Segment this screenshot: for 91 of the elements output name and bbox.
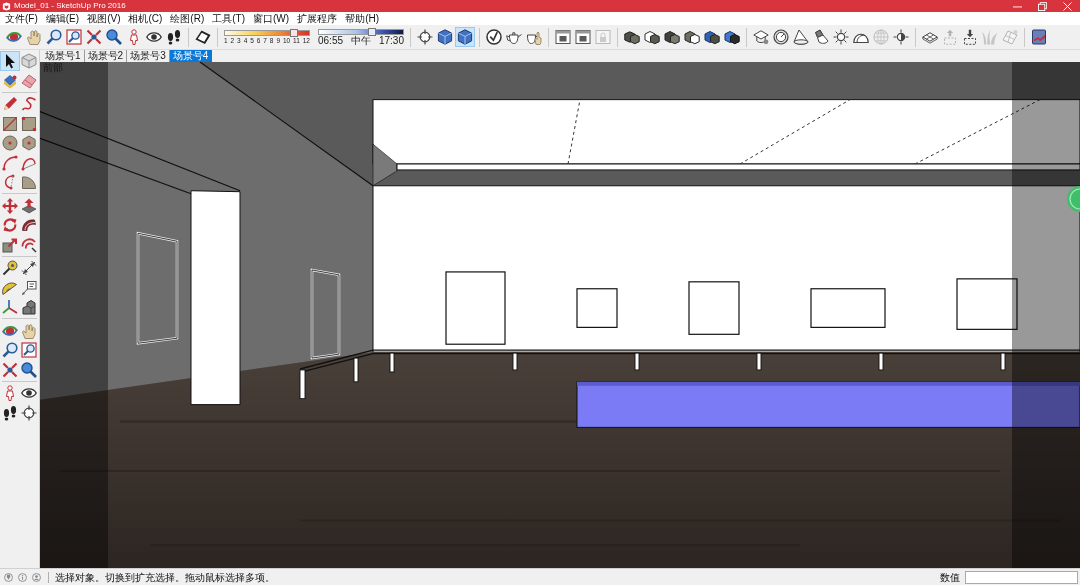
box-icon[interactable] bbox=[644, 29, 660, 45]
magnifier-icon[interactable] bbox=[106, 29, 122, 45]
footprints-icon[interactable] bbox=[2, 404, 18, 421]
tape-measure-icon[interactable] bbox=[2, 260, 18, 276]
hexagon-icon[interactable] bbox=[21, 135, 37, 151]
time-label: 17:30 bbox=[378, 35, 404, 46]
spotlight-icon[interactable] bbox=[813, 29, 829, 45]
book-icon[interactable] bbox=[1031, 29, 1047, 45]
paint-bucket-icon[interactable] bbox=[2, 72, 18, 89]
dimension-icon[interactable] bbox=[21, 260, 37, 276]
mesh-icon[interactable] bbox=[922, 29, 938, 45]
picture-frame bbox=[956, 278, 1018, 330]
slider-thumb[interactable] bbox=[368, 28, 377, 36]
slider-thumb[interactable] bbox=[290, 29, 299, 37]
time-slider[interactable] bbox=[318, 29, 404, 35]
pencil-icon[interactable] bbox=[2, 96, 18, 112]
eye-icon[interactable] bbox=[146, 29, 162, 45]
protractor-icon[interactable] bbox=[2, 279, 18, 296]
magnifier-icon[interactable] bbox=[46, 29, 62, 45]
zoom-extents-icon[interactable] bbox=[2, 361, 18, 378]
push-pull-icon[interactable] bbox=[21, 197, 37, 214]
menu-item[interactable]: 工具(T) bbox=[208, 12, 250, 25]
zoom-window-icon[interactable] bbox=[21, 342, 37, 358]
cube-icon[interactable] bbox=[455, 27, 475, 47]
teapot-icon[interactable] bbox=[506, 29, 522, 45]
arrow-down-icon[interactable] bbox=[962, 29, 978, 45]
eye-icon[interactable] bbox=[21, 385, 37, 401]
info-icon[interactable] bbox=[18, 572, 27, 582]
zoom-window-icon[interactable] bbox=[66, 29, 82, 45]
menu-item[interactable]: 窗口(W) bbox=[249, 12, 294, 25]
window-title: Model_01 - SketchUp Pro 2016 bbox=[14, 0, 126, 12]
menu-item[interactable]: 扩展程序 bbox=[293, 12, 342, 25]
time-label: 06:55 bbox=[318, 35, 344, 46]
sun-icon[interactable] bbox=[893, 29, 909, 45]
magnifier-icon[interactable] bbox=[2, 342, 18, 358]
window-icon[interactable] bbox=[575, 29, 591, 45]
measurements-label: 数值 bbox=[940, 570, 960, 585]
axes-icon[interactable] bbox=[2, 299, 18, 315]
block-shape-icon[interactable] bbox=[21, 299, 37, 315]
crosshair-icon[interactable] bbox=[21, 404, 37, 421]
menu-item[interactable]: 绘图(R) bbox=[166, 12, 209, 25]
squiggle-icon[interactable] bbox=[21, 96, 37, 112]
restore-icon[interactable] bbox=[1038, 1, 1047, 11]
magnifier-icon[interactable] bbox=[21, 361, 37, 378]
scale-icon[interactable] bbox=[2, 236, 18, 253]
measurements-field[interactable] bbox=[965, 570, 1078, 584]
curved-band-icon[interactable] bbox=[21, 217, 37, 233]
close-icon[interactable] bbox=[1063, 1, 1072, 11]
menu-item[interactable]: 相机(C) bbox=[124, 12, 167, 25]
text-label-icon[interactable] bbox=[21, 279, 37, 296]
boxes-icon[interactable] bbox=[624, 29, 640, 45]
date-slider[interactable] bbox=[224, 30, 310, 36]
zoom-extents-icon[interactable] bbox=[86, 29, 102, 45]
mortarboard-icon[interactable] bbox=[753, 29, 769, 45]
orbit-icon[interactable] bbox=[6, 29, 22, 45]
menu-item[interactable]: 视图(V) bbox=[83, 12, 125, 25]
time-label: 中午 bbox=[351, 35, 371, 46]
footprints-icon[interactable] bbox=[166, 29, 182, 45]
status-message: 选择对象。切换到扩充选择。拖动鼠标选择多项。 bbox=[55, 570, 275, 585]
teapot-hand-icon[interactable] bbox=[526, 29, 542, 45]
menu-item[interactable]: 文件(F) bbox=[1, 12, 42, 25]
check-circle-icon[interactable] bbox=[486, 29, 502, 45]
rectangle-corners-icon[interactable] bbox=[21, 115, 37, 132]
scene-tab[interactable]: 场景号4 bbox=[169, 50, 213, 62]
box-icon[interactable] bbox=[704, 29, 720, 45]
move-arrows-icon[interactable] bbox=[2, 197, 18, 214]
location-circle-icon[interactable] bbox=[4, 572, 13, 582]
tilted-square-icon[interactable] bbox=[195, 29, 211, 45]
picture-frame bbox=[576, 288, 618, 328]
floating-widget-icon[interactable] bbox=[1067, 186, 1080, 212]
box-icon[interactable] bbox=[664, 29, 680, 45]
crosshair-icon[interactable] bbox=[417, 29, 433, 45]
user-circle-icon[interactable] bbox=[32, 572, 41, 582]
pie-icon[interactable] bbox=[21, 174, 37, 190]
picture-frame bbox=[688, 281, 740, 335]
arrow-cursor-icon[interactable] bbox=[0, 51, 20, 71]
window-icon[interactable] bbox=[555, 29, 571, 45]
box-icon[interactable] bbox=[724, 29, 740, 45]
circle-icon[interactable] bbox=[2, 135, 18, 151]
box-icon[interactable] bbox=[684, 29, 700, 45]
menu-item[interactable]: 帮助(H) bbox=[341, 12, 384, 25]
rotate-icon[interactable] bbox=[2, 217, 18, 233]
arc-icon[interactable] bbox=[2, 154, 18, 171]
offset-arcs-icon[interactable] bbox=[21, 236, 37, 253]
sun-icon[interactable] bbox=[833, 29, 849, 45]
cone-icon[interactable] bbox=[793, 29, 809, 45]
rectangle-icon[interactable] bbox=[2, 115, 18, 132]
dial-icon[interactable] bbox=[773, 29, 789, 45]
menu-item[interactable]: 编辑(E) bbox=[41, 12, 84, 25]
cube-icon[interactable] bbox=[437, 29, 453, 45]
hand-icon[interactable] bbox=[26, 29, 42, 45]
